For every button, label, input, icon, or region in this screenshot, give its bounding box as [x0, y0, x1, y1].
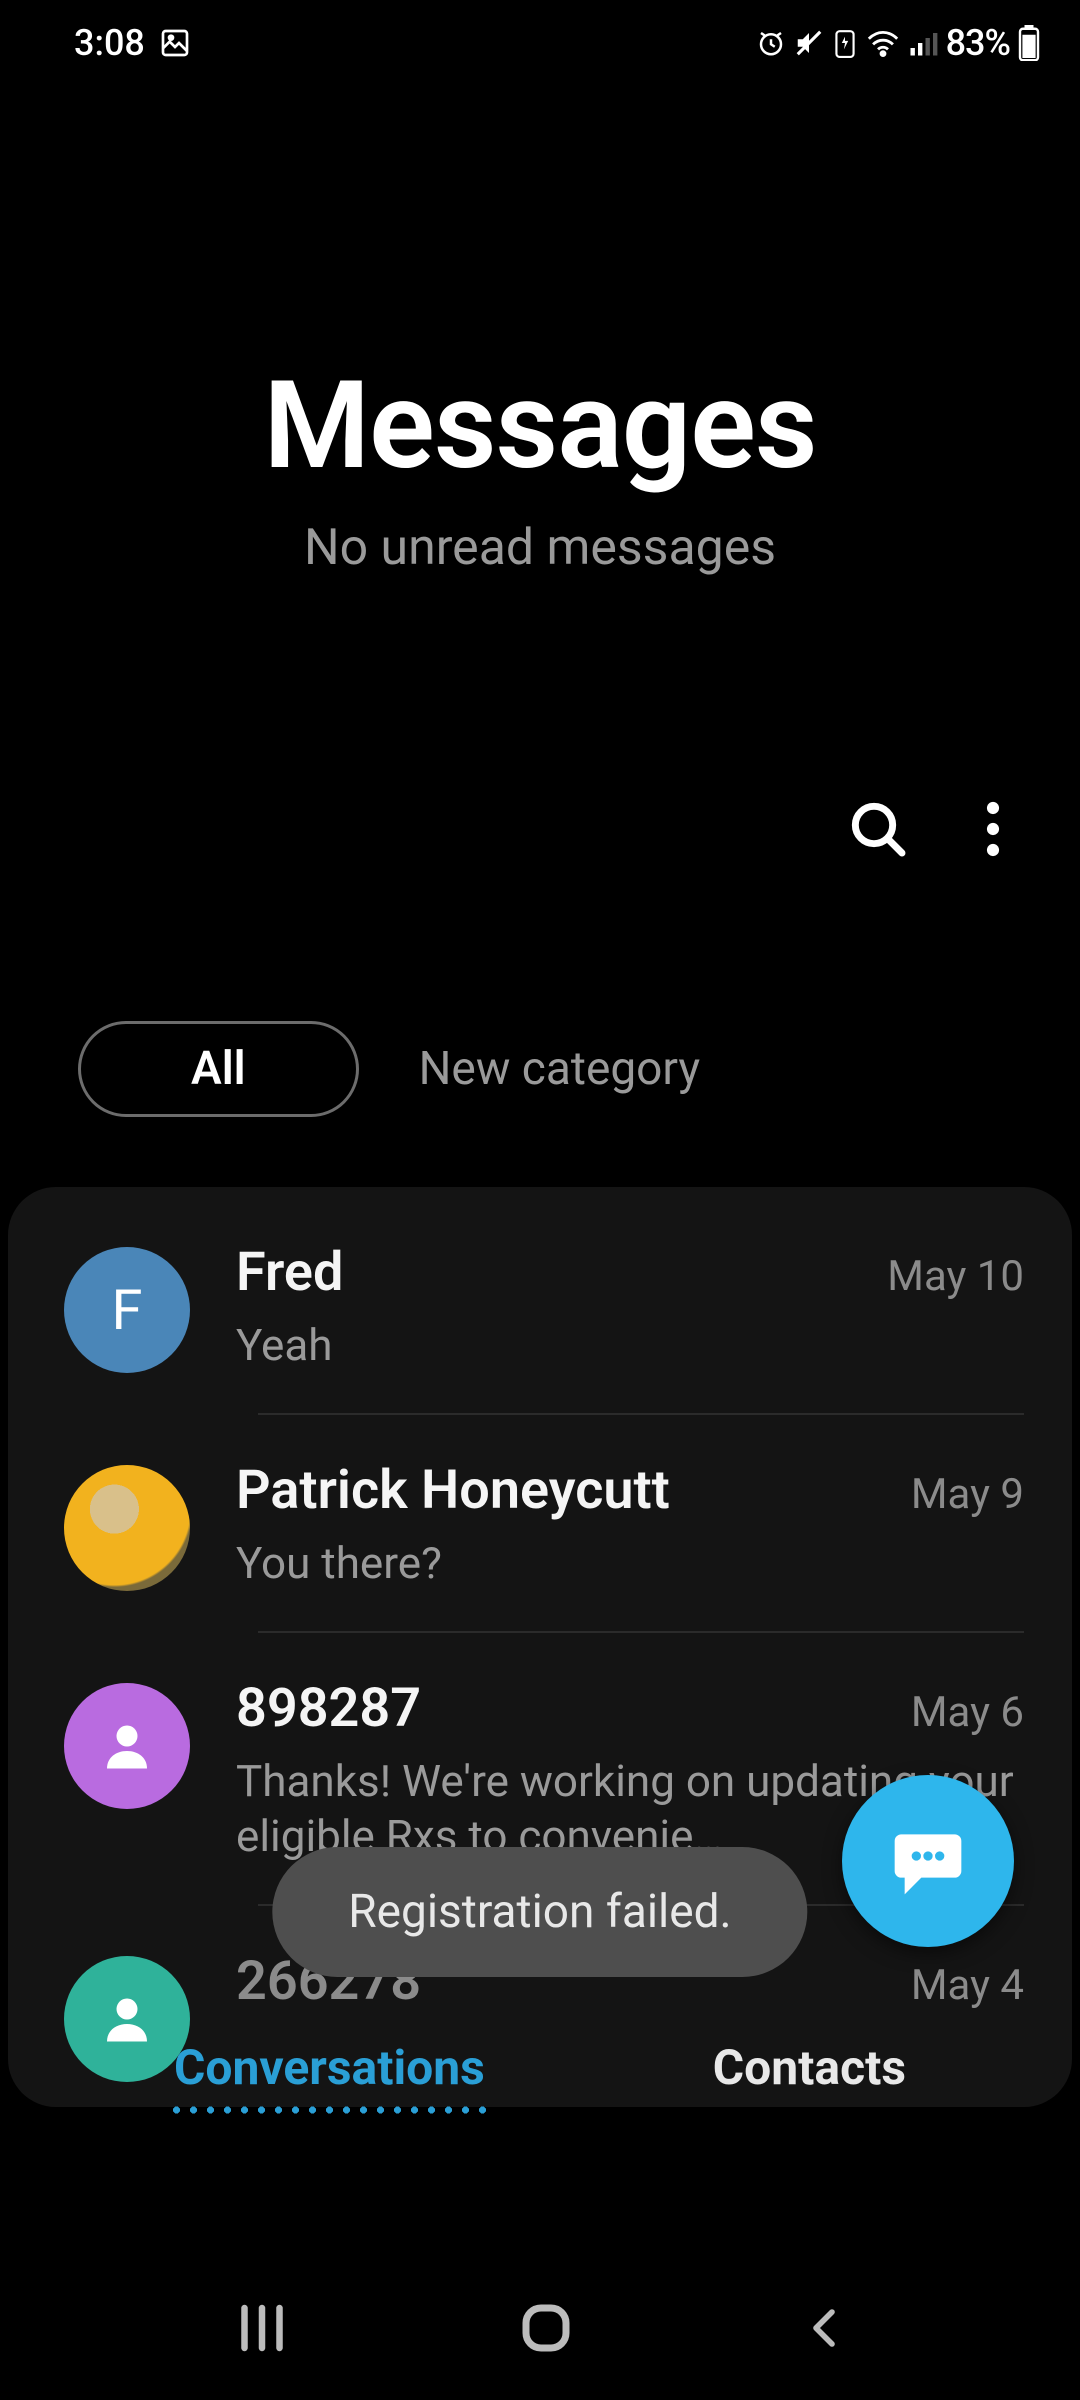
search-button[interactable] — [846, 797, 910, 861]
status-bar: 3:08 83% — [0, 0, 1080, 64]
conversation-name: Fred — [236, 1241, 343, 1304]
unread-subtitle: No unread messages — [0, 519, 1080, 577]
avatar — [64, 1683, 190, 1809]
conversation-date: May 6 — [911, 1688, 1024, 1737]
compose-fab[interactable] — [842, 1775, 1014, 1947]
conversation-name: Patrick Honeycutt — [236, 1459, 670, 1522]
conversation-row[interactable]: Patrick Honeycutt May 9 You there? — [8, 1415, 1072, 1631]
toolbar — [0, 797, 1080, 861]
signal-icon — [908, 28, 938, 58]
battery-percent: 83% — [946, 22, 1010, 64]
alarm-icon — [756, 28, 786, 58]
person-icon — [97, 1716, 157, 1776]
conversation-preview: Yeah — [236, 1318, 1024, 1373]
status-time: 3:08 — [74, 22, 145, 64]
wifi-icon — [866, 28, 900, 58]
home-button[interactable] — [516, 2298, 576, 2362]
back-button[interactable] — [800, 2298, 848, 2362]
tab-conversations[interactable]: Conversations — [174, 2039, 485, 2096]
page-title: Messages — [0, 354, 1080, 497]
conversation-name: 898287 — [236, 1677, 421, 1740]
avatar — [64, 1465, 190, 1591]
avatar-letter: F — [112, 1277, 143, 1343]
conversation-date: May 10 — [887, 1252, 1024, 1301]
chip-new-category[interactable]: New category — [419, 1042, 701, 1096]
conversation-date: May 9 — [911, 1470, 1024, 1519]
system-nav-bar — [0, 2298, 1080, 2362]
power-save-icon — [832, 28, 858, 58]
tab-contacts[interactable]: Contacts — [713, 2039, 906, 2096]
app-header: Messages No unread messages — [0, 354, 1080, 577]
conversation-date: May 4 — [911, 1961, 1024, 2010]
mute-icon — [794, 28, 824, 58]
conversation-preview: You there? — [236, 1536, 1024, 1591]
more-options-button[interactable] — [986, 800, 1000, 858]
category-chips: All New category — [0, 1021, 1080, 1117]
chat-icon — [888, 1821, 968, 1901]
toast: Registration failed. — [272, 1847, 807, 1977]
bottom-tabs: Conversations Contacts — [0, 2005, 1080, 2096]
chip-all[interactable]: All — [78, 1021, 359, 1117]
battery-icon — [1018, 25, 1040, 61]
recents-button[interactable] — [232, 2298, 292, 2362]
avatar: F — [64, 1247, 190, 1373]
conversation-row[interactable]: F Fred May 10 Yeah — [8, 1197, 1072, 1413]
screenshot-icon — [159, 27, 191, 59]
